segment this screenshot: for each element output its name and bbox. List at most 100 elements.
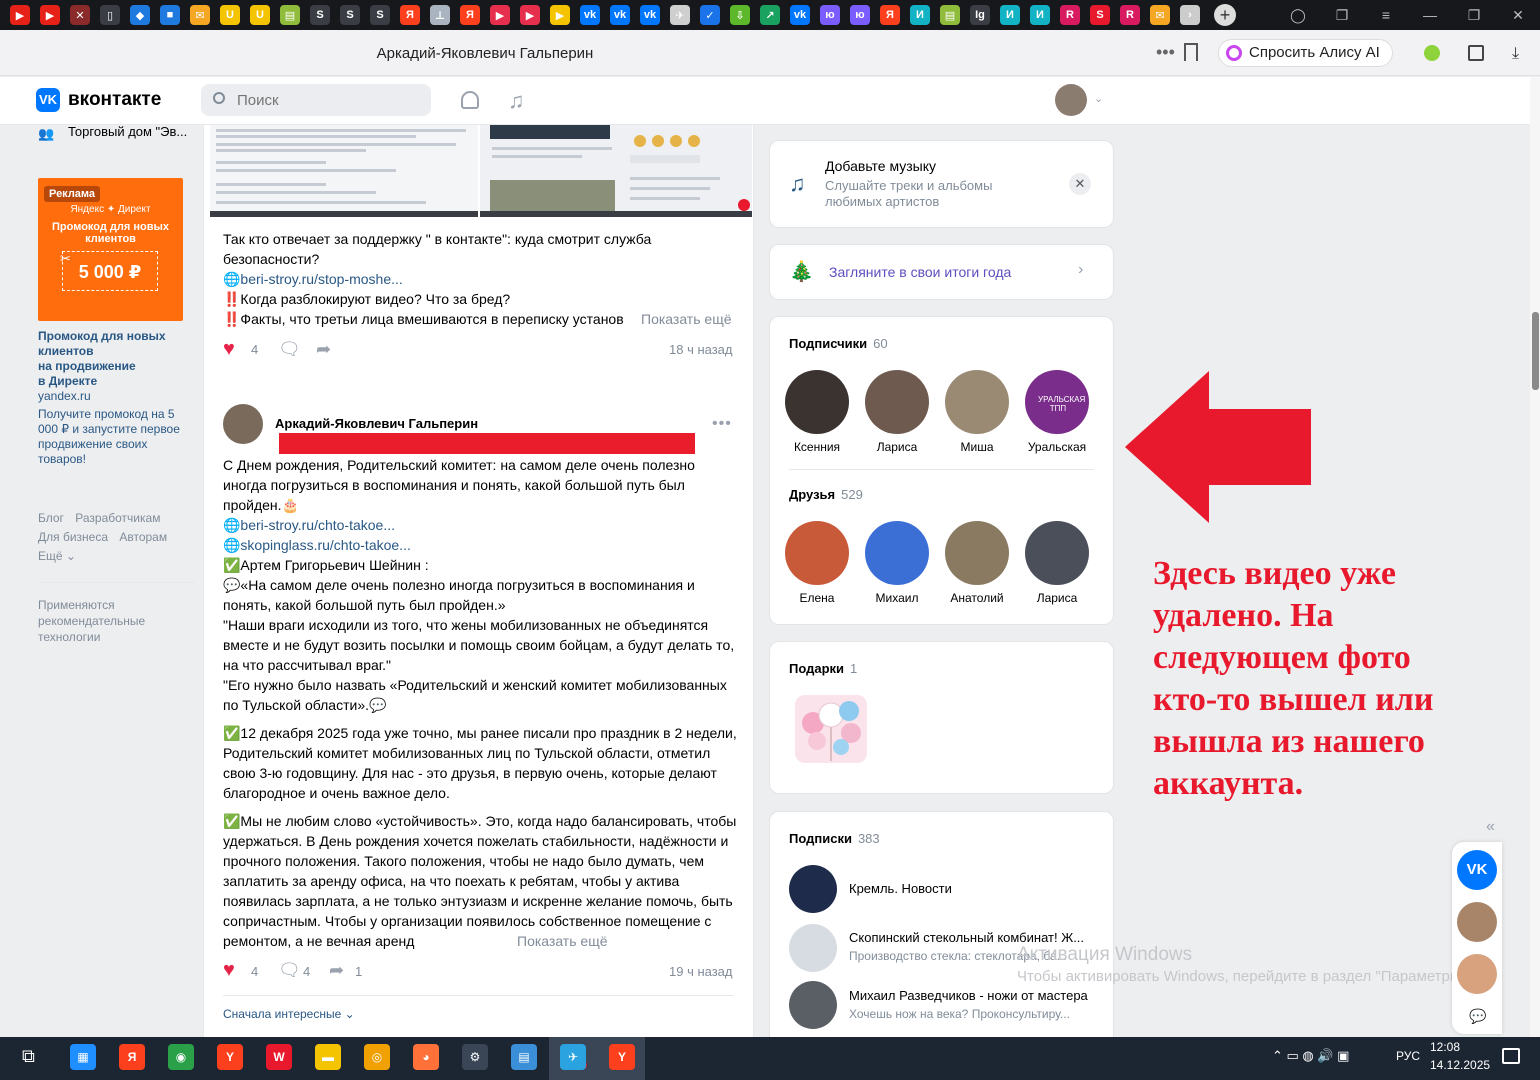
browser-tab-icon[interactable]: ▶ [550,5,570,25]
taskbar-app-icon[interactable]: ▬ [315,1044,341,1070]
taskbar-app-icon[interactable]: ⚙ [462,1044,488,1070]
chevron-down-icon[interactable]: ⌄ [1094,92,1103,105]
browser-tab-icon[interactable]: U [250,5,270,25]
friend-avatar[interactable] [865,521,929,585]
browser-tab-icon[interactable]: ▯ [100,5,120,25]
more-options-icon[interactable]: ••• [1156,42,1175,63]
close-icon[interactable]: ✕ [1496,7,1540,24]
follower-name[interactable]: Ксенния [777,440,857,454]
collections-icon[interactable]: ❐ [1320,7,1364,24]
browser-tab-icon[interactable]: Я [880,5,900,25]
post-time[interactable]: 18 ч назад [669,342,733,357]
follower-name[interactable]: Миша [937,440,1017,454]
browser-tab-icon[interactable]: vk [790,5,810,25]
browser-tab-icon[interactable]: ✉ [190,5,210,25]
taskbar-app-icon[interactable]: ▦ [70,1044,96,1070]
subscription-title[interactable]: Михаил Разведчиков - ножи от мастера [849,988,1094,1003]
show-more-link[interactable]: Показать ещё [641,309,741,329]
tray-icons[interactable]: ⌃ ▭ ◍ 🔊 ▣ [1272,1048,1349,1064]
follower-name[interactable]: Лариса [857,440,937,454]
ask-alisa-button[interactable]: Спросить Алису AI [1218,39,1393,67]
like-icon[interactable]: ♥ [223,959,235,982]
browser-tab-icon[interactable]: ▶ [520,5,540,25]
avatar[interactable] [1457,954,1497,994]
chat-icon[interactable]: 💬 [1469,1008,1486,1025]
subscription-title[interactable]: Кремль. Новости [849,881,1094,896]
avatar[interactable] [223,404,263,444]
music-icon[interactable]: ♫ [508,88,525,114]
browser-tab-icon[interactable]: S [340,5,360,25]
footer-link-developers[interactable]: Разработчикам [75,511,160,525]
year-summary-link[interactable]: Загляните в свои итоги года [829,264,1011,280]
browser-tab-icon[interactable]: Ig [970,5,990,25]
browser-tab-icon[interactable]: ю [850,5,870,25]
browser-tab-icon[interactable]: U [220,5,240,25]
task-view-icon[interactable]: ⧉ [22,1046,35,1067]
footer-link-more[interactable]: Ещё ⌄ [38,549,76,563]
vk-icon[interactable]: VK [1457,850,1497,890]
new-tab-button[interactable]: + [1214,4,1236,26]
follower-name[interactable]: Уральская [1017,440,1097,454]
browser-tab-icon[interactable]: ✈ [670,5,690,25]
notification-center-icon[interactable] [1502,1048,1520,1064]
taskbar-app-icon[interactable]: Y [609,1044,635,1070]
close-icon[interactable]: ✕ [1069,173,1091,195]
browser-tab-icon[interactable]: ▶ [40,5,60,25]
taskbar-app-icon[interactable]: ▤ [511,1044,537,1070]
ad-url[interactable]: yandex.ru [38,389,188,404]
post-image[interactable] [480,125,752,217]
subscription-avatar[interactable] [789,865,837,913]
taskbar-app-icon[interactable]: ◕ [413,1044,439,1070]
taskbar-app-icon[interactable]: ◉ [168,1044,194,1070]
profile-icon[interactable]: ◯ [1276,7,1320,24]
browser-tab-icon[interactable]: S [1090,5,1110,25]
taskbar-app-icon[interactable]: ✈ [560,1044,586,1070]
clock-time[interactable]: 12:08 [1430,1040,1460,1054]
friend-avatar[interactable] [785,521,849,585]
collapse-icon[interactable]: « [1486,818,1495,836]
browser-tab-icon[interactable]: S [370,5,390,25]
search-input[interactable] [237,84,417,116]
footer-link-blog[interactable]: Блог [38,511,64,525]
post-link[interactable]: 🌐beri-stroy.ru/chto-takoe... [223,515,738,535]
menu-icon[interactable]: ≡ [1364,7,1408,23]
friend-name[interactable]: Елена [777,591,857,605]
show-more-link[interactable]: Показать ещё [517,931,617,951]
post-menu-icon[interactable]: ••• [712,415,732,433]
comments-sort-dropdown[interactable]: Сначала интересные ⌄ [223,1007,355,1021]
taskbar-app-icon[interactable]: ◎ [364,1044,390,1070]
friend-avatar[interactable] [1025,521,1089,585]
browser-tab-icon[interactable]: Я [460,5,480,25]
bookmark-icon[interactable] [1184,43,1198,61]
taskbar-app-icon[interactable]: W [266,1044,292,1070]
friend-name[interactable]: Лариса [1017,591,1097,605]
subscription-avatar[interactable] [789,981,837,1029]
avatar[interactable] [1457,902,1497,942]
gift-image[interactable] [795,695,867,763]
download-icon[interactable]: ⤓ [1512,45,1530,62]
notifications-icon[interactable] [461,91,479,109]
avatar[interactable] [1055,84,1087,116]
vk-logo-icon[interactable]: VK [36,88,60,112]
follower-avatar[interactable] [945,370,1009,434]
ad-title[interactable]: Промокод для новых клиентов на продвижен… [38,329,188,389]
friend-avatar[interactable] [945,521,1009,585]
music-card-title[interactable]: Добавьте музыку [825,158,936,174]
browser-tab-icon[interactable]: ↗ [760,5,780,25]
friend-name[interactable]: Анатолий [937,591,1017,605]
browser-tab-icon[interactable]: R [1060,5,1080,25]
browser-tab-icon[interactable]: ◆ [130,5,150,25]
browser-tab-icon[interactable]: ⊥ [430,5,450,25]
subscription-avatar[interactable] [789,924,837,972]
minimize-icon[interactable]: — [1408,7,1452,23]
sidebar-item-trade[interactable]: Торговый дом "Эв... [68,124,187,139]
browser-tab-icon[interactable]: vk [610,5,630,25]
taskbar-app-icon[interactable]: Y [217,1044,243,1070]
browser-tab-icon[interactable]: R [1120,5,1140,25]
gifts-heading[interactable]: Подарки 1 [789,661,857,676]
vk-logo-text[interactable]: вконтакте [68,89,161,111]
browser-tab-icon[interactable]: ▶ [490,5,510,25]
browser-tab-icon[interactable]: Я [400,5,420,25]
browser-tab-icon[interactable]: ✓ [700,5,720,25]
browser-tab-icon[interactable]: ю [820,5,840,25]
